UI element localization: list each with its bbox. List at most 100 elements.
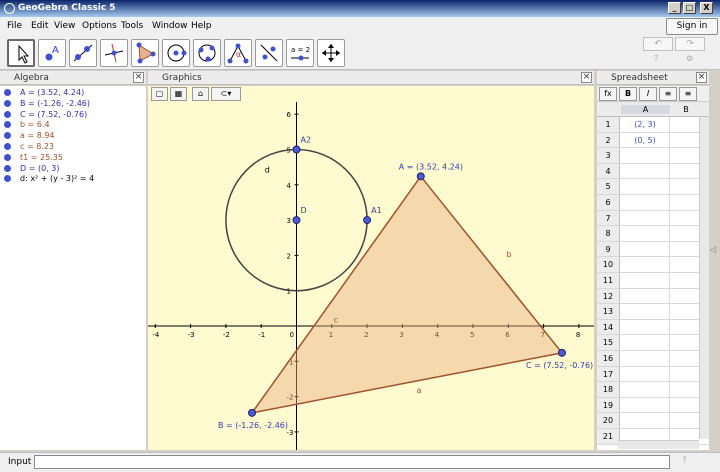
spreadsheet-cell[interactable] bbox=[621, 413, 670, 428]
visibility-toggle-icon[interactable] bbox=[4, 175, 11, 183]
row-number[interactable]: 12 bbox=[597, 288, 620, 304]
maximize-button[interactable]: □ bbox=[683, 2, 696, 14]
spreadsheet-grid[interactable]: 1 (2, 3) 2 (0, 5) 3 4 5 6 7 8 9 10 11 12 13 14 15 16 17 18 1… bbox=[597, 117, 709, 450]
function-icon[interactable]: fx bbox=[599, 87, 617, 101]
undo-button[interactable]: ↶ bbox=[643, 37, 673, 51]
help-icon[interactable]: ? bbox=[654, 54, 658, 63]
angle-tool-icon[interactable]: α bbox=[224, 39, 252, 67]
spreadsheet-cell[interactable] bbox=[621, 179, 670, 194]
spreadsheet-cell[interactable] bbox=[621, 382, 670, 397]
close-graphics-icon[interactable]: × bbox=[581, 72, 592, 83]
row-number[interactable]: 18 bbox=[597, 382, 620, 397]
input-help-icon[interactable]: ? bbox=[682, 456, 687, 466]
input-field[interactable] bbox=[34, 455, 670, 469]
spreadsheet-cell[interactable] bbox=[621, 241, 670, 257]
window-title: GeoGebra Classic 5 bbox=[18, 3, 116, 13]
spreadsheet-horizontal-scrollbar[interactable] bbox=[618, 440, 699, 449]
row-number[interactable]: 3 bbox=[597, 148, 620, 163]
row-number[interactable]: 16 bbox=[597, 351, 620, 366]
menu-help[interactable]: Help bbox=[191, 21, 212, 31]
line-tool-icon[interactable] bbox=[69, 39, 97, 67]
reflect-tool-icon[interactable] bbox=[255, 39, 283, 67]
expand-panel-icon[interactable]: ◁ bbox=[710, 245, 716, 254]
close-button[interactable]: X bbox=[700, 2, 713, 14]
close-algebra-icon[interactable]: × bbox=[133, 72, 144, 83]
row-number[interactable]: 13 bbox=[597, 304, 620, 319]
spreadsheet-cell[interactable]: (2, 3) bbox=[621, 117, 670, 132]
spreadsheet-cell[interactable] bbox=[621, 319, 670, 335]
spreadsheet-cell[interactable]: (0, 5) bbox=[621, 132, 670, 148]
spreadsheet-cell[interactable] bbox=[621, 351, 670, 366]
spreadsheet-cell[interactable] bbox=[621, 226, 670, 241]
visibility-toggle-icon[interactable] bbox=[4, 99, 11, 107]
move-graphics-tool-icon[interactable] bbox=[317, 39, 345, 67]
minimize-button[interactable]: _ bbox=[668, 2, 681, 14]
visibility-toggle-icon[interactable] bbox=[4, 164, 11, 172]
menu-edit[interactable]: Edit bbox=[31, 21, 48, 31]
visibility-toggle-icon[interactable] bbox=[4, 121, 11, 129]
toggle-axes-button[interactable]: ▢ bbox=[151, 87, 168, 101]
row-number[interactable]: 8 bbox=[597, 226, 620, 241]
spreadsheet-cell[interactable] bbox=[621, 397, 670, 413]
row-number[interactable]: 19 bbox=[597, 397, 620, 413]
graphics-view[interactable]: -4 -3 -2 -1 1 2 3 4 5 6 7 8 6 5 4 3 2 1 -1 -2 -3 0 A = (3.52, … bbox=[148, 102, 594, 450]
spreadsheet-vertical-scrollbar[interactable] bbox=[699, 117, 709, 439]
menu-view[interactable]: View bbox=[54, 21, 75, 31]
row-number[interactable]: 17 bbox=[597, 366, 620, 382]
menu-file[interactable]: File bbox=[7, 21, 22, 31]
row-number[interactable]: 21 bbox=[597, 429, 620, 444]
row-number[interactable]: 4 bbox=[597, 163, 620, 179]
column-b-header[interactable]: B bbox=[671, 105, 701, 114]
row-number[interactable]: 14 bbox=[597, 319, 620, 335]
row-number[interactable]: 2 bbox=[597, 132, 620, 148]
settings-gear-icon[interactable]: ⚙ bbox=[686, 54, 693, 63]
spreadsheet-cell[interactable] bbox=[621, 335, 670, 350]
spreadsheet-cell[interactable] bbox=[621, 288, 670, 304]
move-tool-icon[interactable] bbox=[7, 39, 35, 67]
row-number[interactable]: 11 bbox=[597, 273, 620, 288]
visibility-toggle-icon[interactable] bbox=[4, 89, 11, 96]
row-number[interactable]: 7 bbox=[597, 210, 620, 226]
row-number[interactable]: 20 bbox=[597, 413, 620, 428]
redo-button[interactable]: ↷ bbox=[675, 37, 705, 51]
row-number[interactable]: 10 bbox=[597, 257, 620, 272]
spreadsheet-cell[interactable] bbox=[621, 366, 670, 382]
polygon-tool-icon[interactable] bbox=[131, 39, 159, 67]
visibility-toggle-icon[interactable] bbox=[4, 143, 11, 150]
spreadsheet-cell[interactable] bbox=[621, 195, 670, 210]
conic-tool-icon[interactable] bbox=[193, 39, 221, 67]
perpendicular-tool-icon[interactable] bbox=[100, 39, 128, 67]
menu-tools[interactable]: Tools bbox=[121, 21, 143, 31]
spreadsheet-cell[interactable] bbox=[621, 148, 670, 163]
spreadsheet-cell[interactable] bbox=[621, 273, 670, 288]
visibility-toggle-icon[interactable] bbox=[4, 132, 11, 140]
close-spreadsheet-icon[interactable]: × bbox=[696, 72, 707, 83]
circle-tool-icon[interactable] bbox=[162, 39, 190, 67]
graphics-canvas[interactable]: -4 -3 -2 -1 1 2 3 4 5 6 7 8654321-1-2-30A = (3.52, … bbox=[148, 102, 594, 450]
sign-in-button[interactable]: Sign in bbox=[666, 18, 718, 35]
slider-tool-icon[interactable]: a = 2 bbox=[286, 39, 314, 67]
row-number[interactable]: 6 bbox=[597, 195, 620, 210]
toggle-grid-button[interactable]: ▦ bbox=[170, 87, 187, 101]
spreadsheet-cell[interactable] bbox=[621, 304, 670, 319]
spreadsheet-cell[interactable] bbox=[621, 163, 670, 179]
spreadsheet-cell[interactable] bbox=[621, 257, 670, 272]
row-number[interactable]: 15 bbox=[597, 335, 620, 350]
row-number[interactable]: 1 bbox=[597, 117, 620, 132]
point-capture-button[interactable]: ⊂▾ bbox=[211, 87, 241, 101]
column-a-header[interactable]: A bbox=[621, 105, 670, 114]
menu-options[interactable]: Options bbox=[82, 21, 117, 31]
point-tool-icon[interactable]: A bbox=[38, 39, 66, 67]
align-left-icon[interactable]: ≡ bbox=[659, 87, 677, 101]
home-icon[interactable]: ⌂ bbox=[192, 87, 209, 101]
italic-button[interactable]: I bbox=[639, 87, 657, 101]
algebra-title: Algebra bbox=[14, 73, 49, 83]
bold-button[interactable]: B bbox=[619, 87, 637, 101]
visibility-toggle-icon[interactable] bbox=[4, 153, 11, 161]
row-number[interactable]: 5 bbox=[597, 179, 620, 194]
row-number[interactable]: 9 bbox=[597, 241, 620, 257]
visibility-toggle-icon[interactable] bbox=[4, 110, 11, 118]
align-right-icon[interactable]: ≡ bbox=[679, 87, 697, 101]
menu-window[interactable]: Window bbox=[152, 21, 188, 31]
spreadsheet-cell[interactable] bbox=[621, 210, 670, 226]
